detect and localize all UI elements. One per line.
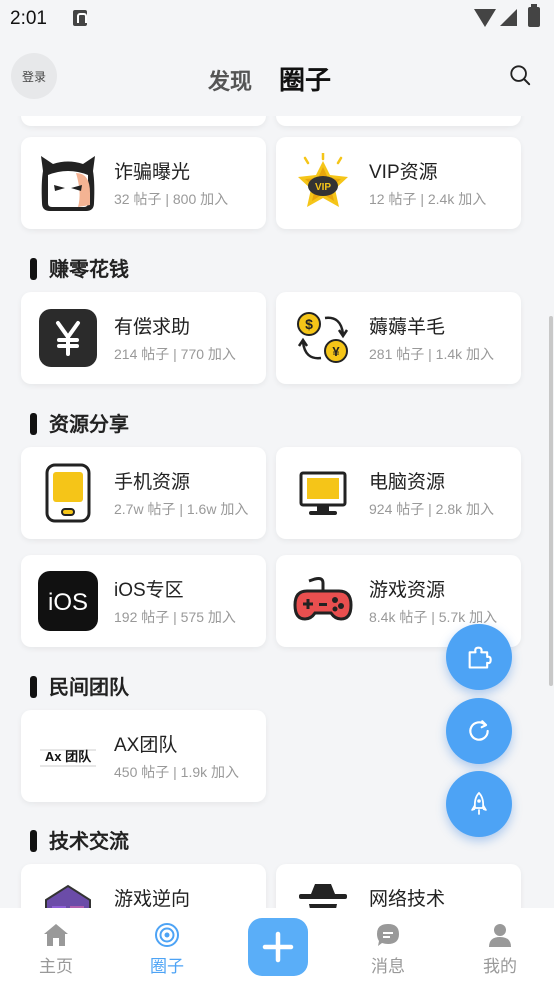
card-partial[interactable]: [276, 116, 521, 126]
card-partial[interactable]: [21, 116, 266, 126]
puzzle-icon: [468, 646, 492, 669]
card-title: VIP资源: [369, 162, 438, 183]
tab-circle-label: 圈子: [150, 957, 184, 976]
hacker-icon: [299, 884, 347, 908]
circle-card-fraud[interactable]: 诈骗曝光 32 帖子 | 800 加入: [21, 137, 266, 229]
circle-card-pc-resources[interactable]: 电脑资源 924 帖子 | 2.8k 加入: [276, 447, 521, 539]
login-button[interactable]: 登录: [11, 53, 57, 99]
notification-icon: [73, 10, 87, 26]
svg-text:$: $: [305, 316, 313, 332]
tab-home-label: 主页: [39, 957, 73, 976]
card-meta: 32 帖子 | 800 加入: [114, 191, 229, 207]
ghost-mask-icon: [41, 156, 95, 211]
card-title: 有偿求助: [114, 317, 191, 338]
card-title: 游戏逆向: [114, 889, 191, 908]
scrollbar[interactable]: [549, 316, 553, 686]
bottom-tab-bar: 主页 圈子 消息 我的: [0, 908, 554, 985]
section-title: 民间团队: [30, 671, 129, 700]
circle-target-icon: [155, 923, 179, 947]
battery-icon: [528, 4, 540, 27]
top-header: 登录 发现 圈子: [0, 38, 554, 116]
circle-card-game-reverse[interactable]: 游戏逆向: [21, 864, 266, 908]
card-meta: 281 帖子 | 1.4k 加入: [369, 346, 495, 362]
circle-card-paid-help[interactable]: 有偿求助 214 帖子 | 770 加入: [21, 292, 266, 384]
section-title: 技术交流: [30, 825, 129, 854]
ax-team-logo-icon: Ax 团队: [40, 749, 96, 767]
svg-text:iOS: iOS: [48, 589, 88, 616]
circle-card-vip[interactable]: VIP VIP资源 12 帖子 | 2.4k 加入: [276, 137, 521, 229]
card-title: 游戏资源: [369, 580, 446, 601]
tab-messages[interactable]: 消息: [343, 908, 433, 985]
search-icon[interactable]: [509, 64, 531, 86]
message-icon: [377, 924, 399, 946]
card-meta: 450 帖子 | 1.9k 加入: [114, 764, 240, 780]
card-meta: 214 帖子 | 770 加入: [114, 346, 236, 362]
circle-card-phone-resources[interactable]: 手机资源 2.7w 帖子 | 1.6w 加入: [21, 447, 266, 539]
wifi-icon: [474, 9, 496, 27]
svg-text:Ax 团队: Ax 团队: [45, 749, 92, 764]
status-bar: 2:01: [0, 0, 554, 38]
card-title: 网络技术: [369, 889, 446, 908]
card-title: 手机资源: [114, 472, 191, 493]
card-title: AX团队: [114, 735, 178, 756]
svg-text:¥: ¥: [332, 344, 340, 359]
card-title: iOS专区: [114, 580, 184, 601]
circle-card-network-tech[interactable]: 网络技术: [276, 864, 521, 908]
tab-home[interactable]: 主页: [11, 908, 101, 985]
vip-star-icon: VIP: [298, 153, 348, 207]
tab-circle[interactable]: 圈子: [279, 60, 331, 97]
game-reverse-icon: [45, 884, 91, 908]
signal-icon: [500, 9, 517, 26]
card-meta: 8.4k 帖子 | 5.7k 加入: [369, 609, 498, 625]
card-title: 诈骗曝光: [114, 162, 191, 183]
ios-icon: iOS: [38, 571, 98, 631]
tab-discover[interactable]: 发现: [208, 64, 252, 96]
card-meta: 2.7w 帖子 | 1.6w 加入: [114, 501, 249, 517]
tab-circle-nav[interactable]: 圈子: [122, 908, 212, 985]
plus-icon: [262, 931, 294, 963]
circle-card-ios[interactable]: iOS iOS专区 192 帖子 | 575 加入: [21, 555, 266, 647]
currency-exchange-icon: $ ¥: [297, 312, 349, 363]
phone-icon: [45, 463, 91, 523]
card-title: 电脑资源: [369, 472, 446, 493]
svg-text:VIP: VIP: [315, 182, 331, 193]
section-title: 资源分享: [30, 408, 129, 437]
user-icon: [489, 924, 511, 947]
plugin-fab-button[interactable]: [446, 624, 512, 690]
card-title: 薅薅羊毛: [369, 317, 446, 338]
status-time: 2:01: [10, 8, 47, 29]
tab-mine[interactable]: 我的: [455, 908, 545, 985]
circle-card-ax-team[interactable]: Ax 团队 AX团队 450 帖子 | 1.9k 加入: [21, 710, 266, 802]
card-meta: 192 帖子 | 575 加入: [114, 609, 236, 625]
section-title: 赚零花钱: [30, 253, 129, 282]
home-icon: [44, 924, 68, 946]
refresh-fab-button[interactable]: [446, 698, 512, 764]
create-post-button[interactable]: [248, 918, 308, 976]
rocket-icon: [471, 791, 487, 815]
tab-mine-label: 我的: [483, 957, 517, 976]
refresh-icon: [469, 720, 489, 741]
monitor-icon: [299, 471, 347, 515]
card-meta: 12 帖子 | 2.4k 加入: [369, 191, 487, 207]
gamepad-icon: [293, 577, 353, 621]
yen-icon: [39, 309, 97, 367]
rocket-fab-button[interactable]: [446, 771, 512, 837]
card-meta: 924 帖子 | 2.8k 加入: [369, 501, 495, 517]
tab-messages-label: 消息: [371, 957, 405, 976]
circle-card-deals[interactable]: $ ¥ 薅薅羊毛 281 帖子 | 1.4k 加入: [276, 292, 521, 384]
